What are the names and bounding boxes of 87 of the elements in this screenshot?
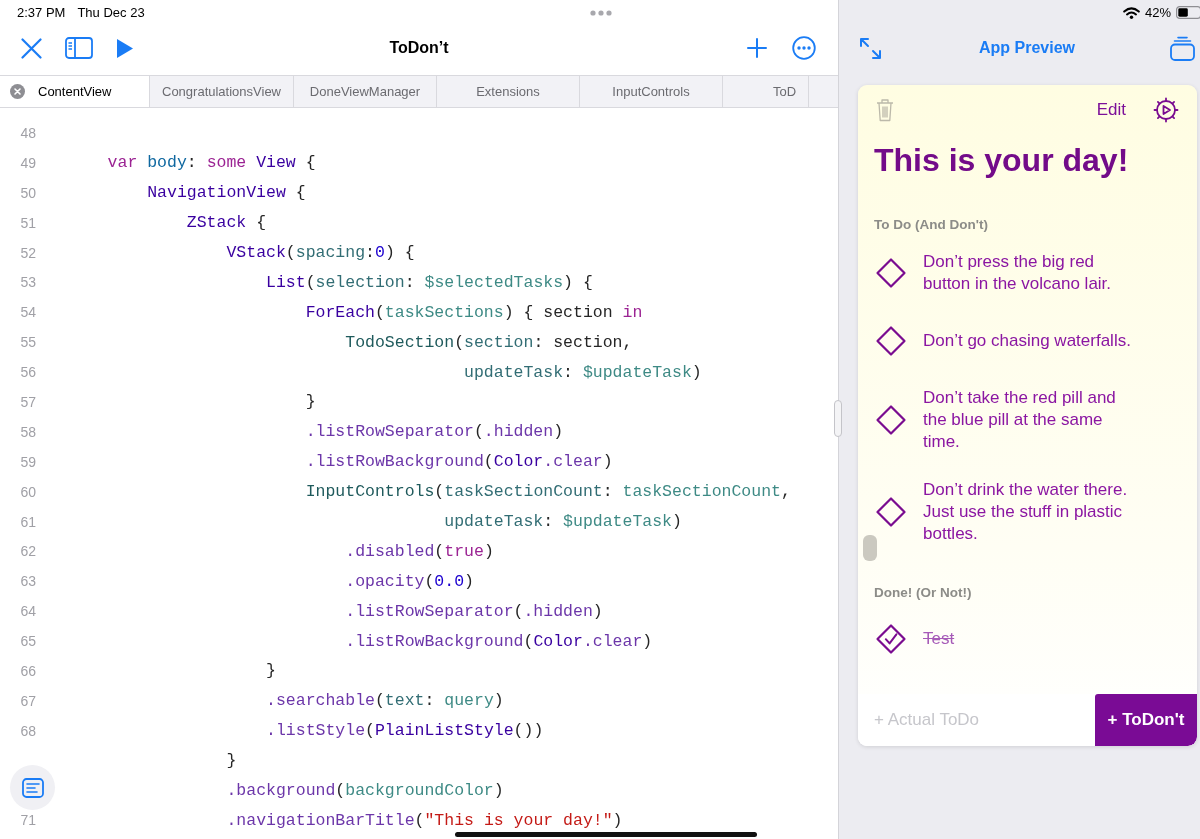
code-line: updateTask: $updateTask) — [464, 362, 702, 382]
line-number: 58 — [20, 423, 36, 440]
more-icon[interactable] — [792, 36, 816, 60]
section-header: Done! (Or Not!) — [874, 584, 973, 602]
checkbox[interactable] — [875, 404, 907, 436]
scroll-indicator — [863, 535, 877, 561]
close-icon[interactable] — [10, 84, 25, 99]
expand-icon[interactable] — [859, 36, 882, 60]
preview-title: App Preview — [979, 39, 1075, 57]
checkbox[interactable] — [875, 496, 907, 528]
code-line: .opacity(0.0) — [345, 571, 474, 591]
file-tab[interactable]: CongratulationsView — [150, 76, 294, 107]
line-number: 48 — [20, 124, 36, 141]
code-line: updateTask: $updateTask) — [444, 512, 682, 531]
file-tab[interactable]: ContentView — [0, 76, 150, 107]
code-line: .disabled(true) — [345, 541, 494, 561]
wifi-icon — [1122, 6, 1140, 19]
code-line: NavigationView { — [147, 183, 306, 203]
code-line: } — [305, 392, 316, 412]
text-lines-icon — [21, 777, 44, 798]
checkbox[interactable] — [875, 325, 907, 357]
line-number: 53 — [20, 274, 36, 291]
line-number: 61 — [20, 513, 36, 530]
line-number: 60 — [20, 483, 36, 500]
page-heading: This is your day! — [874, 141, 1130, 179]
dots-icon[interactable] — [590, 9, 612, 16]
status-time: 2:37 PM — [17, 5, 66, 20]
window-stack-icon[interactable] — [1170, 35, 1195, 61]
task-text: Don’t press the big red button in the volcano lair. — [923, 251, 1113, 295]
status-date: Thu Dec 23 — [77, 5, 145, 20]
line-number: 62 — [20, 543, 36, 560]
code-line: .listRowSeparator(.hidden) — [345, 601, 603, 621]
code-line: .background(backgroundColor) — [226, 781, 504, 801]
line-number: 64 — [20, 603, 36, 620]
line-number: 55 — [20, 334, 36, 351]
code-line: InputControls(taskSectionCount: taskSectionCount, — [305, 482, 791, 502]
code-line: .listRowBackground(Color.clear) — [305, 452, 613, 472]
window-title: ToDon’t — [389, 39, 449, 57]
line-number: 52 — [20, 244, 36, 261]
line-number: 50 — [20, 184, 36, 201]
line-number: 66 — [20, 662, 36, 679]
code-line: ForEach(taskSections) { section in — [305, 302, 643, 322]
code-line: .listRowSeparator(.hidden) — [305, 422, 564, 442]
file-tab[interactable]: DoneViewManager — [294, 76, 437, 107]
code-line: } — [226, 751, 237, 771]
code-line: List(selection: $selectedTasks) { — [266, 272, 593, 292]
line-number: 51 — [20, 214, 36, 231]
new-task-field[interactable]: + Actual ToDo — [858, 694, 1095, 746]
line-number: 54 — [20, 304, 36, 321]
code-line: var body: some View { — [107, 153, 316, 173]
line-number: 59 — [20, 453, 36, 470]
code-line: .listStyle(PlainListStyle()) — [266, 721, 544, 741]
task-text: Don’t drink the water there. Just use the stuff in plastic bottles. — [923, 479, 1129, 545]
line-number: 49 — [20, 154, 36, 171]
code-line: .listRowBackground(Color.clear) — [345, 631, 653, 651]
code-line: VStack(spacing:0) { — [226, 243, 415, 262]
file-tab[interactable]: InputControls — [580, 76, 723, 107]
task-text: Don’t take the red pill and the blue pill at the same time. — [923, 387, 1117, 453]
file-tab[interactable]: ToD — [723, 76, 810, 107]
line-number: 71 — [20, 812, 36, 829]
line-number: 57 — [20, 393, 36, 410]
task-text: Test — [923, 628, 955, 650]
line-number: 65 — [20, 633, 36, 650]
file-tab[interactable]: Extensions — [437, 76, 580, 107]
play-icon[interactable] — [116, 37, 134, 59]
checkbox[interactable] — [875, 257, 907, 289]
battery-percent: 42% — [1144, 5, 1171, 20]
code-line: .searchable(text: query) — [266, 691, 504, 711]
outline-button[interactable] — [10, 765, 55, 810]
battery-icon — [1176, 6, 1200, 19]
gear-icon[interactable] — [1153, 97, 1179, 123]
line-number: 67 — [20, 692, 36, 709]
close-icon[interactable] — [21, 37, 42, 59]
line-number: 63 — [20, 573, 36, 590]
edit-button[interactable]: Edit — [1096, 100, 1126, 120]
line-number: 56 — [20, 364, 36, 381]
plus-icon[interactable] — [747, 38, 767, 58]
code-line: TodoSection(section: section, — [345, 332, 633, 352]
checkbox[interactable] — [875, 623, 907, 655]
line-number: 68 — [20, 722, 36, 739]
code-line: ZStack { — [186, 213, 267, 233]
add-button[interactable]: + ToDon't — [1095, 694, 1197, 746]
section-header: To Do (And Don't) — [874, 216, 989, 234]
code-line: } — [266, 661, 276, 681]
code-line: .navigationBarTitle("This is your day!") — [226, 810, 623, 830]
task-text: Don’t go chasing waterfalls. — [923, 330, 1131, 352]
sidebar-icon[interactable] — [65, 37, 93, 59]
